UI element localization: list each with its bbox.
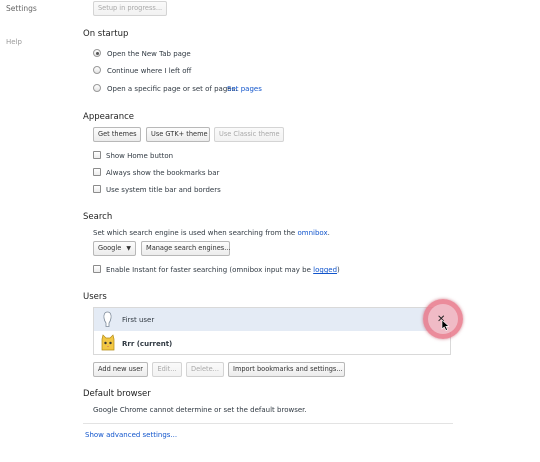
logged-link[interactable]: logged [313,266,337,274]
startup-option-continue-label: Continue where I left off [107,67,192,75]
help-nav-item[interactable]: Help [6,38,22,46]
search-description-end: . [327,229,330,237]
use-gtk-theme-button[interactable]: Use GTK+ theme [146,127,210,142]
setup-in-progress-button: Setup in progress... [93,1,167,16]
import-bookmarks-button[interactable]: Import bookmarks and settings... [228,362,345,377]
enable-instant-label: Enable Instant for faster searching (omn… [106,266,340,274]
startup-radio-continue[interactable] [93,66,101,74]
section-divider [83,423,453,424]
default-browser-message: Google Chrome cannot determine or set th… [93,406,307,414]
settings-nav-title[interactable]: Settings [6,4,37,13]
show-home-button-label: Show Home button [106,152,174,160]
user-row-current[interactable]: Rrr (current) [94,332,450,355]
default-avatar-icon [103,311,112,327]
show-home-button-checkbox[interactable] [93,151,101,159]
search-description-text: Set which search engine is used when sea… [93,229,296,237]
enable-instant-end: ) [337,266,340,274]
cat-avatar-icon [101,334,115,351]
system-title-bar-checkbox[interactable] [93,185,101,193]
show-advanced-settings-link[interactable]: Show advanced settings... [85,431,177,439]
delete-user-button: Delete... [186,362,224,377]
bookmarks-bar-label: Always show the bookmarks bar [106,169,220,177]
startup-option-specific-label: Open a specific page or set of pages. [107,85,238,93]
search-heading: Search [83,212,113,222]
users-list: First user ✕ Rrr (current) [93,299,463,355]
manage-search-engines-button[interactable]: Manage search engines... [141,241,231,256]
edit-user-button: Edit... [152,362,182,377]
default-browser-heading: Default browser [83,389,151,399]
search-description: Set which search engine is used when sea… [93,229,330,237]
user-name-current: Rrr (current) [122,340,173,348]
system-title-bar-label: Use system title bar and borders [106,186,221,194]
bookmarks-bar-checkbox[interactable] [93,168,101,176]
search-engine-selected: Google [98,244,122,252]
omnibox-link[interactable]: omnibox [297,229,327,237]
enable-instant-checkbox[interactable] [93,265,101,273]
enable-instant-text: Enable Instant for faster searching (omn… [106,266,311,274]
search-engine-select[interactable]: Google ▼ [93,241,136,256]
startup-heading: On startup [83,29,129,39]
get-themes-button[interactable]: Get themes [93,127,141,142]
dropdown-arrow-icon: ▼ [126,245,131,252]
set-pages-link[interactable]: Set pages [227,85,262,93]
user-name-first: First user [122,316,155,324]
appearance-heading: Appearance [83,112,135,122]
startup-option-new-tab-label: Open the New Tab page [107,50,191,58]
add-new-user-button[interactable]: Add new user [93,362,148,377]
startup-radio-new-tab[interactable] [93,49,101,57]
users-heading: Users [83,292,107,302]
use-classic-theme-button: Use Classic theme [214,127,284,142]
user-row-first[interactable]: First user ✕ [94,299,463,339]
mouse-cursor-icon [441,319,450,331]
startup-radio-specific-pages[interactable] [93,84,101,92]
